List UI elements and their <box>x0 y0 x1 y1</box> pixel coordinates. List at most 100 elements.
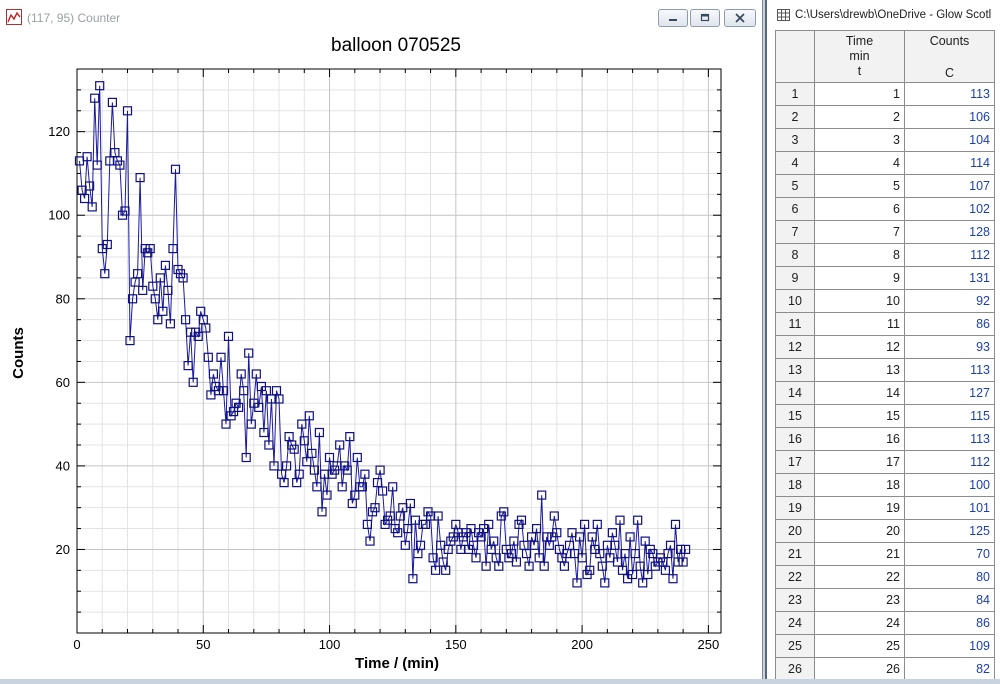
table-row[interactable]: 6 6 102 <box>775 197 995 221</box>
table-row[interactable]: 22 22 80 <box>775 565 995 589</box>
table-row[interactable]: 17 17 112 <box>775 450 995 474</box>
table-corner-cell[interactable] <box>775 30 815 83</box>
table-row[interactable]: 2 2 106 <box>775 105 995 129</box>
time-cell[interactable]: 22 <box>814 565 905 589</box>
counts-cell[interactable]: 101 <box>904 496 995 520</box>
row-number-cell[interactable]: 13 <box>775 358 815 382</box>
row-number-cell[interactable]: 24 <box>775 611 815 635</box>
table-row[interactable]: 5 5 107 <box>775 174 995 198</box>
counts-cell[interactable]: 125 <box>904 519 995 543</box>
graph-window-titlebar[interactable]: (117, 95) Counter <box>0 0 762 34</box>
time-cell[interactable]: 8 <box>814 243 905 267</box>
counts-chart[interactable]: 0 50 100 150 200 250 20 40 60 80 100 120 balloon 07… <box>0 34 762 679</box>
counts-cell[interactable]: 113 <box>904 358 995 382</box>
column-header-time[interactable]: Time min t <box>814 30 905 83</box>
column-header-counts[interactable]: Counts C <box>904 30 995 83</box>
table-row[interactable]: 23 23 84 <box>775 588 995 612</box>
counts-cell[interactable]: 112 <box>904 450 995 474</box>
row-number-cell[interactable]: 15 <box>775 404 815 428</box>
counts-cell[interactable]: 86 <box>904 611 995 635</box>
row-number-cell[interactable]: 16 <box>775 427 815 451</box>
table-row[interactable]: 9 9 131 <box>775 266 995 290</box>
counts-cell[interactable]: 107 <box>904 174 995 198</box>
table-row[interactable]: 12 12 93 <box>775 335 995 359</box>
time-cell[interactable]: 1 <box>814 82 905 106</box>
time-cell[interactable]: 13 <box>814 358 905 382</box>
row-number-cell[interactable]: 25 <box>775 634 815 658</box>
row-number-cell[interactable]: 7 <box>775 220 815 244</box>
row-number-cell[interactable]: 6 <box>775 197 815 221</box>
time-cell[interactable]: 15 <box>814 404 905 428</box>
counts-cell[interactable]: 115 <box>904 404 995 428</box>
counts-cell[interactable]: 100 <box>904 473 995 497</box>
counts-cell[interactable]: 70 <box>904 542 995 566</box>
counts-cell[interactable]: 92 <box>904 289 995 313</box>
table-row[interactable]: 4 4 114 <box>775 151 995 175</box>
counts-cell[interactable]: 84 <box>904 588 995 612</box>
row-number-cell[interactable]: 4 <box>775 151 815 175</box>
table-row[interactable]: 3 3 104 <box>775 128 995 152</box>
counts-cell[interactable]: 131 <box>904 266 995 290</box>
table-row[interactable]: 15 15 115 <box>775 404 995 428</box>
row-number-cell[interactable]: 11 <box>775 312 815 336</box>
time-cell[interactable]: 17 <box>814 450 905 474</box>
counts-cell[interactable]: 82 <box>904 657 995 679</box>
row-number-cell[interactable]: 12 <box>775 335 815 359</box>
row-number-cell[interactable]: 2 <box>775 105 815 129</box>
time-cell[interactable]: 24 <box>814 611 905 635</box>
row-number-cell[interactable]: 22 <box>775 565 815 589</box>
table-row[interactable]: 16 16 113 <box>775 427 995 451</box>
row-number-cell[interactable]: 9 <box>775 266 815 290</box>
restore-button[interactable] <box>690 9 720 27</box>
table-row[interactable]: 7 7 128 <box>775 220 995 244</box>
time-cell[interactable]: 21 <box>814 542 905 566</box>
time-cell[interactable]: 20 <box>814 519 905 543</box>
counts-cell[interactable]: 104 <box>904 128 995 152</box>
row-number-cell[interactable]: 21 <box>775 542 815 566</box>
table-row[interactable]: 10 10 92 <box>775 289 995 313</box>
counts-cell[interactable]: 80 <box>904 565 995 589</box>
counts-cell[interactable]: 114 <box>904 151 995 175</box>
time-cell[interactable]: 9 <box>814 266 905 290</box>
time-cell[interactable]: 7 <box>814 220 905 244</box>
table-row[interactable]: 20 20 125 <box>775 519 995 543</box>
row-number-cell[interactable]: 17 <box>775 450 815 474</box>
row-number-cell[interactable]: 14 <box>775 381 815 405</box>
time-cell[interactable]: 5 <box>814 174 905 198</box>
row-number-cell[interactable]: 10 <box>775 289 815 313</box>
counts-cell[interactable]: 102 <box>904 197 995 221</box>
table-row[interactable]: 21 21 70 <box>775 542 995 566</box>
time-cell[interactable]: 10 <box>814 289 905 313</box>
counts-cell[interactable]: 113 <box>904 82 995 106</box>
row-number-cell[interactable]: 19 <box>775 496 815 520</box>
counts-cell[interactable]: 93 <box>904 335 995 359</box>
close-button[interactable] <box>724 9 756 27</box>
row-number-cell[interactable]: 5 <box>775 174 815 198</box>
time-cell[interactable]: 16 <box>814 427 905 451</box>
counts-cell[interactable]: 128 <box>904 220 995 244</box>
row-number-cell[interactable]: 20 <box>775 519 815 543</box>
table-row[interactable]: 25 25 109 <box>775 634 995 658</box>
table-row[interactable]: 11 11 86 <box>775 312 995 336</box>
time-cell[interactable]: 2 <box>814 105 905 129</box>
row-number-cell[interactable]: 8 <box>775 243 815 267</box>
time-cell[interactable]: 14 <box>814 381 905 405</box>
data-table[interactable]: Time min t Counts C 1 1 113 2 2 106 3 3 104 4 4 114… <box>775 30 995 679</box>
counts-cell[interactable]: 112 <box>904 243 995 267</box>
table-row[interactable]: 24 24 86 <box>775 611 995 635</box>
counts-cell[interactable]: 127 <box>904 381 995 405</box>
time-cell[interactable]: 25 <box>814 634 905 658</box>
time-cell[interactable]: 19 <box>814 496 905 520</box>
row-number-cell[interactable]: 1 <box>775 82 815 106</box>
table-row[interactable]: 18 18 100 <box>775 473 995 497</box>
time-cell[interactable]: 4 <box>814 151 905 175</box>
counts-cell[interactable]: 86 <box>904 312 995 336</box>
table-row[interactable]: 26 26 82 <box>775 657 995 679</box>
table-row[interactable]: 1 1 113 <box>775 82 995 106</box>
time-cell[interactable]: 3 <box>814 128 905 152</box>
time-cell[interactable]: 11 <box>814 312 905 336</box>
row-number-cell[interactable]: 23 <box>775 588 815 612</box>
table-row[interactable]: 19 19 101 <box>775 496 995 520</box>
table-window-titlebar[interactable]: C:\Users\drewb\OneDrive - Glow Scotl <box>767 0 1000 30</box>
row-number-cell[interactable]: 26 <box>775 657 815 679</box>
